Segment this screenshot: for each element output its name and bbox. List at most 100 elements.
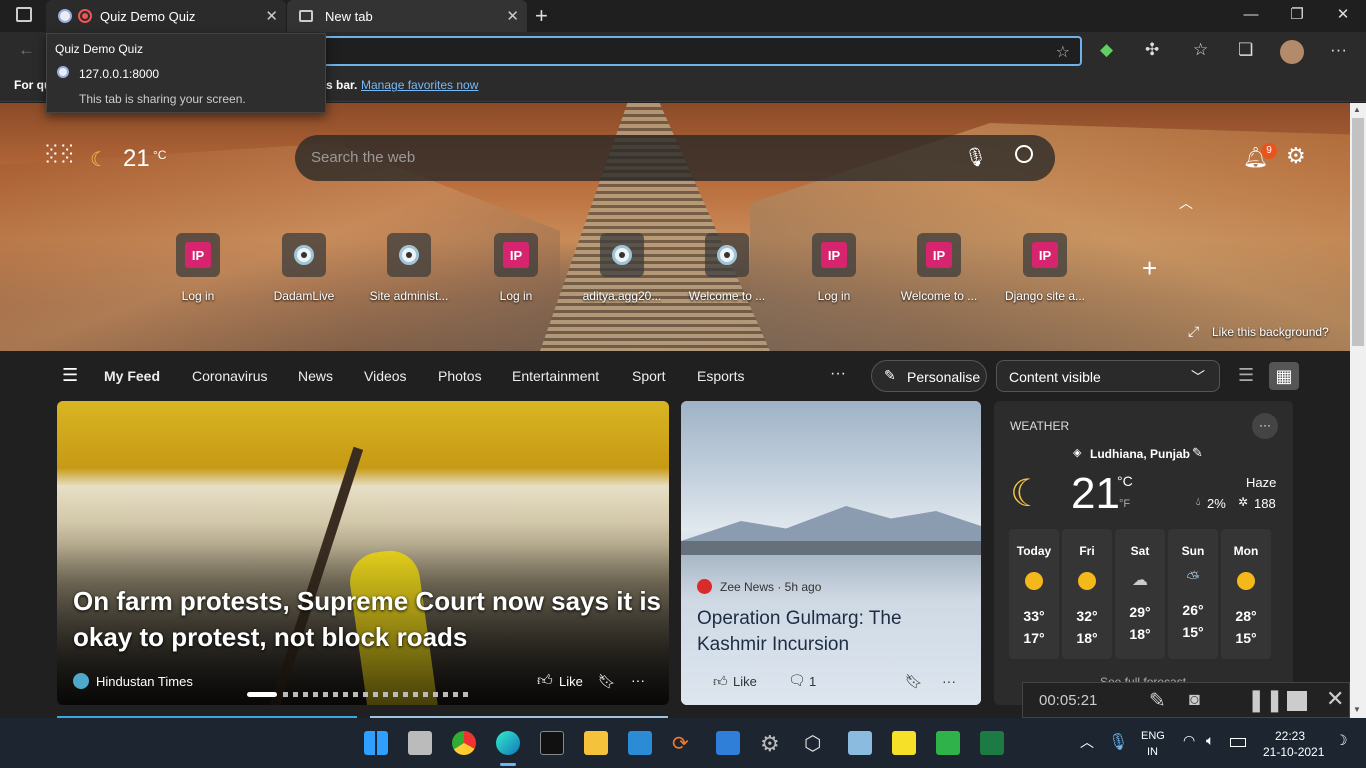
search-box[interactable]: Search the web 🎙 bbox=[295, 135, 1055, 181]
thumbs-up-icon[interactable]: 👍︎ bbox=[537, 672, 553, 690]
quick-link-tile[interactable]: Site administ... bbox=[361, 233, 457, 303]
forecast-day[interactable]: Mon 28° 15° bbox=[1221, 529, 1271, 659]
quick-link-tile[interactable]: IP Log in bbox=[786, 233, 882, 303]
forecast-day[interactable]: Today 33° 17° bbox=[1009, 529, 1059, 659]
address-bar[interactable]: ☆ bbox=[300, 36, 1082, 66]
clock-date[interactable]: 21-10-2021 bbox=[1263, 745, 1324, 759]
more-options-icon[interactable]: ··· bbox=[1330, 40, 1347, 60]
tab-actions-icon[interactable] bbox=[16, 7, 32, 22]
header-temperature[interactable]: 21 bbox=[123, 145, 150, 173]
thumbs-up-icon[interactable]: 👍︎ bbox=[713, 673, 728, 690]
add-favorite-icon[interactable]: ☆ bbox=[1056, 42, 1070, 62]
story-more-button[interactable]: ··· bbox=[942, 673, 956, 689]
extension-shield-icon[interactable]: ◆ bbox=[1100, 40, 1113, 60]
like-button[interactable]: Like bbox=[559, 674, 583, 689]
stop-icon[interactable] bbox=[1287, 691, 1307, 711]
close-window-icon[interactable]: ✕ bbox=[1320, 0, 1366, 32]
manage-favorites-link[interactable]: Manage favorites now bbox=[361, 78, 478, 92]
microphone-icon[interactable]: 🎙︎ bbox=[1108, 732, 1128, 752]
file-explorer-icon[interactable] bbox=[584, 731, 608, 755]
feed-tab-esports[interactable]: Esports bbox=[697, 368, 744, 384]
add-site-button[interactable]: + bbox=[1142, 253, 1157, 284]
bookmark-icon[interactable]: 🔖︎ bbox=[598, 673, 616, 690]
notification-center-icon[interactable]: ☽ bbox=[1335, 732, 1348, 749]
settings-gear-icon[interactable]: ⚙ bbox=[1286, 143, 1306, 169]
edit-location-icon[interactable]: ✎ bbox=[1192, 445, 1203, 461]
quick-link-tile[interactable]: DadamLive bbox=[256, 233, 352, 303]
menu-hamburger-icon[interactable]: ☰ bbox=[62, 365, 78, 386]
region-code[interactable]: IN bbox=[1147, 746, 1158, 758]
feed-tab-my-feed[interactable]: My Feed bbox=[104, 368, 160, 384]
carousel-dot-active[interactable] bbox=[247, 692, 277, 697]
camera-icon[interactable]: ◙ bbox=[1189, 689, 1200, 710]
feed-tab-coronavirus[interactable]: Coronavirus bbox=[192, 368, 267, 384]
search-icon[interactable] bbox=[1015, 145, 1033, 163]
minimize-icon[interactable]: — bbox=[1228, 0, 1274, 32]
second-story-source[interactable]: Zee News · 5h ago bbox=[720, 580, 821, 594]
green-app-icon[interactable] bbox=[936, 731, 960, 755]
quick-link-tile[interactable]: IP Log in bbox=[150, 233, 246, 303]
pen-tool-icon[interactable]: ✎ bbox=[1149, 688, 1166, 713]
quick-link-tile[interactable]: Welcome to ... bbox=[679, 233, 775, 303]
comment-icon[interactable]: 🗨︎ bbox=[788, 672, 806, 689]
carousel-dot[interactable] bbox=[283, 692, 473, 697]
like-background-link[interactable]: Like this background? bbox=[1212, 325, 1329, 339]
app-launcher-icon[interactable]: ⁙⁙ ⁙⁙ bbox=[43, 141, 76, 169]
microphone-icon[interactable]: 🎙 bbox=[964, 147, 987, 168]
unit-celsius[interactable]: °C bbox=[1117, 473, 1133, 489]
quick-link-tile[interactable]: aditya.agg20... bbox=[574, 233, 670, 303]
vscode-icon[interactable] bbox=[628, 731, 652, 755]
main-story-title[interactable]: On farm protests, Supreme Court now says… bbox=[73, 583, 663, 655]
language-code[interactable]: ENG bbox=[1141, 730, 1165, 742]
like-button[interactable]: Like bbox=[733, 674, 757, 689]
scroll-down-arrow-icon[interactable]: ▼ bbox=[1353, 705, 1361, 714]
excel-icon[interactable] bbox=[980, 731, 1004, 755]
quick-link-tile[interactable]: IP Welcome to ... bbox=[891, 233, 987, 303]
git-sync-icon[interactable]: ⟳ bbox=[672, 731, 696, 755]
weather-more-button[interactable]: ··· bbox=[1252, 413, 1278, 439]
forecast-day[interactable]: Sun ⛅︎ 26° 15° bbox=[1168, 529, 1218, 659]
settings-gear-icon[interactable]: ⚙ bbox=[760, 731, 784, 756]
wifi-icon[interactable]: ◠ bbox=[1183, 732, 1195, 749]
second-story-title[interactable]: Operation Gulmarg: The Kashmir Incursion bbox=[697, 606, 967, 658]
forecast-day[interactable]: Sat ☁ 29° 18° bbox=[1115, 529, 1165, 659]
chrome-icon[interactable] bbox=[452, 731, 476, 755]
3d-cube-icon[interactable]: ⬡ bbox=[804, 731, 828, 755]
weather-location[interactable]: Ludhiana, Punjab bbox=[1090, 447, 1190, 461]
feed-tab-news[interactable]: News bbox=[298, 368, 333, 384]
close-recorder-icon[interactable]: ✕ bbox=[1326, 686, 1344, 712]
unit-fahrenheit[interactable]: °F bbox=[1119, 498, 1130, 510]
feed-tab-videos[interactable]: Videos bbox=[364, 368, 407, 384]
microsoft-store-icon[interactable] bbox=[716, 731, 740, 755]
main-story-source[interactable]: Hindustan Times bbox=[96, 674, 193, 689]
carousel-dots[interactable] bbox=[247, 692, 487, 698]
new-tab-button[interactable]: + bbox=[535, 3, 548, 29]
bookmark-icon[interactable]: 🔖︎ bbox=[905, 673, 923, 690]
favorites-icon[interactable]: ☆ bbox=[1193, 40, 1208, 60]
tab-new-tab[interactable]: New tab ✕ bbox=[287, 0, 527, 32]
scrollbar-thumb[interactable] bbox=[1352, 118, 1364, 346]
tab-quiz-demo[interactable]: Quiz Demo Quiz ✕ bbox=[46, 0, 286, 32]
close-tab-icon[interactable]: ✕ bbox=[265, 7, 278, 25]
weather-card[interactable]: WEATHER ··· ◈ Ludhiana, Punjab ✎ ☾ 21 °C… bbox=[994, 401, 1293, 705]
quick-link-tile[interactable]: IP Django site a... bbox=[997, 233, 1093, 303]
content-visibility-select[interactable]: Content visible ﹀ bbox=[996, 360, 1220, 392]
terminal-icon[interactable] bbox=[540, 731, 564, 755]
feed-more-button[interactable]: ··· bbox=[830, 365, 846, 383]
forecast-day[interactable]: Fri 32° 18° bbox=[1062, 529, 1112, 659]
quick-link-tile[interactable]: IP Log in bbox=[468, 233, 564, 303]
extensions-puzzle-icon[interactable]: ✣ bbox=[1145, 40, 1159, 60]
show-hidden-icons-chevron-icon[interactable]: ︿ bbox=[1080, 732, 1094, 752]
profile-avatar[interactable] bbox=[1280, 40, 1304, 64]
collapse-chevron-icon[interactable]: ︿ bbox=[1179, 193, 1193, 213]
windows-start-icon[interactable] bbox=[364, 731, 388, 755]
main-story-card[interactable]: On farm protests, Supreme Court now says… bbox=[57, 401, 669, 705]
back-arrow-icon[interactable]: ← bbox=[18, 40, 35, 60]
sticky-notes-icon[interactable] bbox=[892, 731, 916, 755]
story-more-button[interactable]: ··· bbox=[631, 672, 645, 688]
scroll-up-arrow-icon[interactable]: ▲ bbox=[1353, 105, 1361, 114]
personalise-button[interactable]: ✎ Personalise bbox=[871, 360, 987, 392]
comment-count[interactable]: 1 bbox=[809, 674, 816, 689]
collections-icon[interactable]: ❏ bbox=[1238, 40, 1253, 60]
task-view-icon[interactable] bbox=[408, 731, 432, 755]
